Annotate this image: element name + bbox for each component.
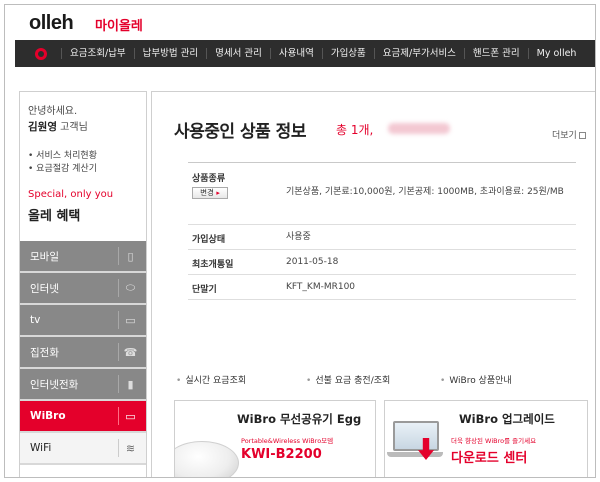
header: olleh 마이올레 [5, 5, 595, 39]
tv-icon: ▭ [118, 311, 136, 329]
special-label: Special, only you [28, 189, 114, 200]
olleh-logo[interactable]: olleh [29, 12, 74, 35]
sidebar-item-home-phone[interactable]: 집전화 ☎ [20, 337, 146, 369]
nav-item-phone-management[interactable]: 핸드폰 관리 [463, 48, 528, 59]
nav-item-plans-addons[interactable]: 요금제/부가서비스 [373, 48, 464, 59]
row-key: 단말기 [192, 285, 217, 295]
sidebar-item-mobile[interactable]: 모바일 ▯ [20, 241, 146, 273]
row-value: 사용중 [286, 232, 311, 242]
sidebar: 안녕하세요. 김원영 고객님 • 서비스 처리현황 • 요금절감 계산기 Spe… [19, 91, 147, 477]
wibro-egg-banner[interactable]: WiBro 무선공유기 Egg Portable&Wireless WiBro모… [174, 400, 376, 477]
row-key: 상품종류 [192, 174, 226, 184]
banner-title: WiBro 무선공유기 Egg [237, 412, 362, 426]
olleh-benefit-link[interactable]: 올레 혜택 [28, 205, 80, 224]
page-frame: olleh 마이올레 요금조회/납부 납부방법 관리 명세서 관리 사용내역 가… [4, 4, 596, 478]
menu-label: 인터넷 [30, 282, 59, 295]
side-menu: 모바일 ▯ 인터넷 ⬭ tv ▭ 집전화 ☎ 인터넷전화 ▮ WiBro ▭ W… [20, 241, 146, 465]
row-key: 최초개통일 [192, 260, 234, 270]
bullet-icon: • [440, 376, 446, 386]
sidebar-links: • 서비스 처리현황 • 요금절감 계산기 [28, 150, 97, 176]
banner-subtitle: Portable&Wireless WiBro모뎀 [241, 437, 334, 445]
user-suffix: 고객님 [60, 122, 88, 133]
nav-item-bill-inquiry[interactable]: 요금조회/납부 [61, 48, 134, 59]
olleh-home-icon[interactable] [29, 40, 53, 67]
sidebar-item-wibro[interactable]: WiBro ▭ [20, 401, 146, 433]
blurred-phone-number [388, 123, 450, 134]
sidebar-item-wifi[interactable]: WiFi ≋ [20, 433, 146, 465]
product-info-table: 상품종류 변경 ▸ 기본상품, 기본료:10,000원, 기본공제: 1000M… [188, 162, 576, 300]
nav-item-usage[interactable]: 사용내역 [269, 48, 322, 59]
row-key: 가입상태 [192, 235, 226, 245]
menu-label: 집전화 [30, 346, 59, 359]
bullet-icon: • [176, 376, 182, 386]
laptop-image [393, 421, 439, 451]
menu-label: 모바일 [30, 250, 59, 263]
table-row: 상품종류 변경 ▸ 기본상품, 기본료:10,000원, 기본공제: 1000M… [188, 163, 576, 225]
row-value: 2011-05-18 [286, 257, 339, 267]
egg-router-image [175, 441, 239, 477]
row-value: KFT_KM-MR100 [286, 282, 356, 292]
arrow-right-icon: ▸ [216, 189, 220, 197]
wibro-icon: ▭ [118, 407, 136, 425]
user-name: 김원영 고객님 [28, 118, 88, 134]
more-link[interactable]: 더보기 [552, 128, 586, 141]
table-row: 최초개통일 2011-05-18 [188, 250, 576, 275]
more-label: 더보기 [552, 131, 577, 141]
sidebar-item-internet[interactable]: 인터넷 ⬭ [20, 273, 146, 305]
mouse-icon: ⬭ [118, 279, 136, 297]
change-button[interactable]: 변경 ▸ [192, 187, 228, 199]
change-label: 변경 [200, 188, 214, 197]
my-olleh-title[interactable]: 마이올레 [95, 15, 143, 34]
product-count: 총 1개, [336, 123, 374, 137]
banner-model: KWI-B2200 [241, 447, 322, 462]
main-content: 사용중인 상품 정보 총 1개, 더보기 상품종류 변경 ▸ 기본상품, 기본료… [151, 91, 595, 477]
table-row: 가입상태 사용중 [188, 225, 576, 250]
nav-item-subscribed-products[interactable]: 가입상품 [321, 48, 374, 59]
more-icon [578, 132, 586, 139]
sidebar-item-internet-phone[interactable]: 인터넷전화 ▮ [20, 369, 146, 401]
banner-title: WiBro 업그레이드 [459, 412, 555, 426]
quick-label: 선불 요금 충전/조회 [315, 376, 391, 386]
table-row: 단말기 KFT_KM-MR100 [188, 275, 576, 300]
user-name-value: 김원영 [28, 121, 57, 133]
realtime-fee-link[interactable]: • 실시간 요금조회 [176, 373, 246, 386]
fee-saving-calculator-link[interactable]: • 요금절감 계산기 [28, 163, 97, 176]
service-status-link[interactable]: • 서비스 처리현황 [28, 150, 97, 163]
row-value: 기본상품, 기본료:10,000원, 기본공제: 1000MB, 초과이용료: … [286, 187, 564, 197]
phone-icon: ▯ [118, 247, 136, 265]
menu-label: WiFi [30, 442, 52, 454]
nav-item-statement[interactable]: 명세서 관리 [206, 48, 270, 59]
handset-icon: ▮ [118, 375, 136, 393]
telephone-icon: ☎ [118, 343, 137, 361]
menu-label: WiBro [30, 410, 66, 422]
wibro-upgrade-banner[interactable]: WiBro 업그레이드 더욱 향상된 WiBro를 즐기세요 다운로드 센터 [384, 400, 588, 477]
top-navigation: 요금조회/납부 납부방법 관리 명세서 관리 사용내역 가입상품 요금제/부가서… [15, 40, 595, 67]
menu-label: tv [30, 314, 41, 326]
download-center-label: 다운로드 센터 [451, 451, 528, 466]
quick-label: WiBro 상품안내 [449, 376, 512, 386]
page-title: 사용중인 상품 정보 [174, 122, 306, 142]
wibro-product-info-link[interactable]: • WiBro 상품안내 [440, 373, 512, 386]
wifi-icon: ≋ [118, 439, 136, 457]
nav-item-my-olleh[interactable]: My olleh [527, 48, 585, 59]
menu-label: 인터넷전화 [30, 378, 79, 391]
sidebar-item-tv[interactable]: tv ▭ [20, 305, 146, 337]
laptop-base-image [387, 452, 443, 457]
nav-item-payment-method[interactable]: 납부방법 관리 [133, 48, 206, 59]
bullet-icon: • [306, 376, 312, 386]
prepaid-charge-link[interactable]: • 선불 요금 충전/조회 [306, 373, 390, 386]
quick-label: 실시간 요금조회 [185, 376, 247, 386]
greeting-text: 안녕하세요. [28, 106, 78, 117]
banner-subtitle: 더욱 향상된 WiBro를 즐기세요 [451, 437, 537, 445]
